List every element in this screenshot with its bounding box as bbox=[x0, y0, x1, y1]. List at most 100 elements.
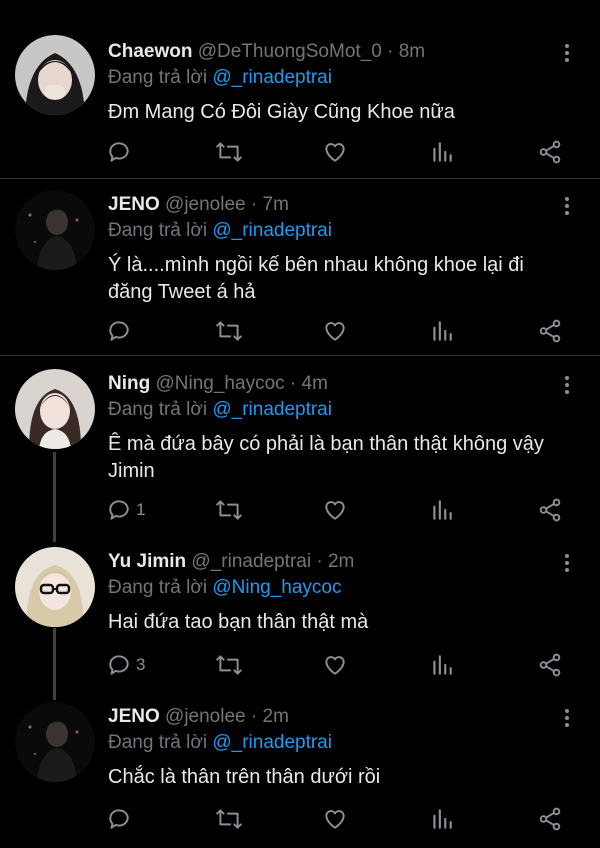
like-button[interactable] bbox=[322, 137, 348, 167]
more-options-icon[interactable] bbox=[560, 195, 574, 217]
display-name[interactable]: Chaewon bbox=[108, 41, 192, 62]
tweet-header: JENO @jenolee · 7m bbox=[108, 193, 289, 217]
more-options-icon[interactable] bbox=[560, 707, 574, 729]
views-button[interactable] bbox=[430, 650, 454, 680]
share-button[interactable] bbox=[537, 804, 563, 834]
separator: · bbox=[289, 373, 297, 394]
tweet-divider bbox=[0, 355, 600, 356]
heart-icon bbox=[325, 143, 345, 162]
replying-to-label: Đang trả lời bbox=[108, 220, 208, 241]
user-handle[interactable]: @jenolee bbox=[165, 194, 246, 215]
tweet-text: Ý là....mình ngồi kế bên nhau không khoe… bbox=[108, 252, 578, 306]
reply-icon bbox=[109, 500, 129, 520]
tweet-header: Chaewon @DeThuongSoMot_0 · 8m bbox=[108, 40, 425, 64]
user-handle[interactable]: @DeThuongSoMot_0 bbox=[198, 41, 382, 62]
views-button[interactable] bbox=[430, 804, 454, 834]
tweet-text: Đm Mang Có Đôi Giày Cũng Khoe nữa bbox=[108, 101, 455, 123]
share-button[interactable] bbox=[537, 495, 563, 525]
reply-button[interactable] bbox=[106, 804, 136, 834]
share-icon bbox=[539, 319, 561, 343]
reply-count: 3 bbox=[136, 655, 146, 674]
tweet-divider bbox=[0, 178, 600, 179]
timestamp[interactable]: 2m bbox=[263, 706, 289, 727]
analytics-icon bbox=[433, 142, 452, 162]
analytics-icon bbox=[433, 321, 452, 341]
avatar[interactable] bbox=[15, 702, 95, 782]
share-button[interactable] bbox=[537, 650, 563, 680]
reply-button[interactable]: 3 bbox=[106, 650, 145, 680]
reply-button[interactable] bbox=[106, 316, 136, 346]
share-icon bbox=[539, 140, 561, 164]
retweet-icon bbox=[216, 809, 242, 829]
replying-to-label: Đang trả lời bbox=[108, 67, 208, 88]
share-button[interactable] bbox=[537, 316, 563, 346]
share-icon bbox=[539, 807, 561, 831]
reply-icon bbox=[109, 655, 129, 675]
replying-to-label: Đang trả lời bbox=[108, 732, 208, 753]
avatar[interactable] bbox=[15, 35, 95, 115]
tweet[interactable]: JENO @jenolee · 7m Đang trả lời @_rinade… bbox=[0, 190, 600, 353]
views-button[interactable] bbox=[430, 137, 454, 167]
views-button[interactable] bbox=[430, 495, 454, 525]
tweet-text: Ê mà đứa bây có phải là bạn thân thật kh… bbox=[108, 431, 578, 485]
replying-to-link[interactable]: @_rinadeptrai bbox=[212, 220, 332, 241]
tweet-text: Hai đứa tao bạn thân thật mà bbox=[108, 611, 369, 633]
display-name[interactable]: Ning bbox=[108, 373, 150, 394]
retweet-button[interactable] bbox=[215, 804, 243, 834]
avatar-boy-night-icon bbox=[15, 702, 95, 782]
reply-count: 1 bbox=[136, 500, 146, 519]
replying-to-link[interactable]: @_rinadeptrai bbox=[212, 399, 332, 420]
retweet-button[interactable] bbox=[215, 137, 243, 167]
tweet[interactable]: Ning @Ning_haycoc · 4m Đang trả lời @_ri… bbox=[0, 369, 600, 532]
heart-icon bbox=[325, 656, 345, 675]
avatar[interactable] bbox=[15, 190, 95, 270]
timestamp[interactable]: 4m bbox=[302, 373, 328, 394]
reply-icon bbox=[109, 809, 129, 829]
retweet-button[interactable] bbox=[215, 495, 243, 525]
like-button[interactable] bbox=[322, 650, 348, 680]
replying-to: Đang trả lời @Ning_haycoc bbox=[108, 576, 341, 600]
heart-icon bbox=[325, 501, 345, 520]
more-options-icon[interactable] bbox=[560, 552, 574, 574]
replying-to-link[interactable]: @_rinadeptrai bbox=[212, 732, 332, 753]
timestamp[interactable]: 8m bbox=[399, 41, 425, 62]
separator: · bbox=[250, 706, 258, 727]
user-handle[interactable]: @_rinadeptrai bbox=[191, 551, 311, 572]
like-button[interactable] bbox=[322, 804, 348, 834]
share-icon bbox=[539, 653, 561, 677]
separator: · bbox=[387, 41, 394, 62]
retweet-icon bbox=[216, 655, 242, 675]
tweet[interactable]: Chaewon @DeThuongSoMot_0 · 8m Đang trả l… bbox=[0, 35, 600, 175]
more-options-icon[interactable] bbox=[560, 42, 574, 64]
timestamp[interactable]: 2m bbox=[328, 551, 354, 572]
retweet-button[interactable] bbox=[215, 316, 243, 346]
retweet-icon bbox=[216, 142, 242, 162]
retweet-button[interactable] bbox=[215, 650, 243, 680]
analytics-icon bbox=[433, 655, 452, 675]
display-name[interactable]: Yu Jimin bbox=[108, 551, 186, 572]
user-handle[interactable]: @jenolee bbox=[165, 706, 246, 727]
display-name[interactable]: JENO bbox=[108, 194, 160, 215]
views-button[interactable] bbox=[430, 316, 454, 346]
replying-to-link[interactable]: @_rinadeptrai bbox=[212, 67, 332, 88]
replying-to: Đang trả lời @_rinadeptrai bbox=[108, 731, 332, 755]
replying-to-link[interactable]: @Ning_haycoc bbox=[212, 577, 341, 598]
more-options-icon[interactable] bbox=[560, 374, 574, 396]
reply-button[interactable] bbox=[106, 137, 136, 167]
retweet-icon bbox=[216, 321, 242, 341]
tweet[interactable]: Yu Jimin @_rinadeptrai · 2m Đang trả lời… bbox=[0, 547, 600, 685]
reply-button[interactable]: 1 bbox=[106, 495, 145, 525]
share-button[interactable] bbox=[537, 137, 563, 167]
heart-icon bbox=[325, 322, 345, 341]
like-button[interactable] bbox=[322, 495, 348, 525]
like-button[interactable] bbox=[322, 316, 348, 346]
avatar[interactable] bbox=[15, 369, 95, 449]
avatar[interactable] bbox=[15, 547, 95, 627]
timestamp[interactable]: 7m bbox=[263, 194, 289, 215]
user-handle[interactable]: @Ning_haycoc bbox=[156, 373, 285, 394]
tweet[interactable]: JENO @jenolee · 2m Đang trả lời @_rinade… bbox=[0, 702, 600, 845]
heart-icon bbox=[325, 810, 345, 829]
separator: · bbox=[250, 194, 258, 215]
display-name[interactable]: JENO bbox=[108, 706, 160, 727]
tweet-text-line: Ý là....mình ngồi kế bên nhau không khoe… bbox=[108, 254, 524, 276]
